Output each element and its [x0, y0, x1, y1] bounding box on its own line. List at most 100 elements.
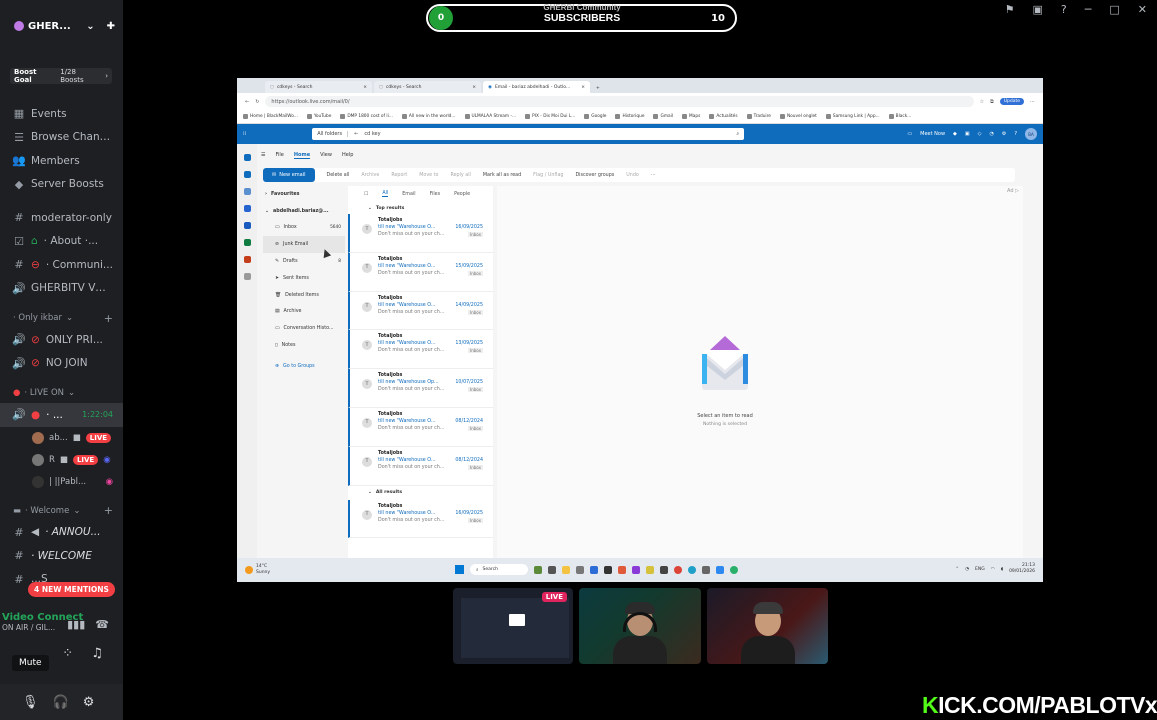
bookmark-item[interactable]: PIX - Dis Moi Dui L... — [525, 114, 575, 119]
select-all-checkbox[interactable]: ☐ — [364, 192, 368, 197]
app-icon[interactable] — [716, 565, 724, 574]
report-button[interactable]: Report — [391, 173, 407, 178]
settings-gear-icon[interactable]: ⚙ — [83, 695, 95, 710]
channel-announcements[interactable]: # ◀ · ANNOU... — [0, 521, 123, 545]
voice-user[interactable]: ab... ■ LIVE — [0, 427, 123, 449]
close-icon[interactable]: × — [581, 85, 585, 90]
folder-junk[interactable]: ⊘ Junk Email — [263, 236, 345, 254]
move-to-button[interactable]: Move to — [419, 173, 438, 178]
message-item[interactable]: T Totaljobs till new "Warehouse Op... 10/07… — [348, 369, 493, 408]
account-header[interactable]: ⌄ abdelhadi.bariaz@... — [263, 203, 345, 220]
more-icon[interactable]: ⋯ — [651, 173, 656, 178]
help-icon[interactable]: ? — [1061, 3, 1067, 16]
bookmark-item[interactable]: ULMALAA Stream -... — [464, 114, 516, 119]
inbox-icon[interactable]: ▣ — [1033, 3, 1043, 16]
channel-gherbitv-voice[interactable]: 🔊 GHERBITV VOI... — [0, 277, 123, 301]
search-box[interactable]: All folders ← cd key ⌕ — [312, 128, 745, 140]
message-item[interactable]: T Totaljobs till new "Warehouse O... 16/09/… — [348, 214, 493, 253]
calendar-icon[interactable] — [243, 171, 251, 178]
undo-button[interactable]: Undo — [626, 173, 639, 178]
bell-icon[interactable]: ◔ — [989, 131, 993, 137]
help-icon[interactable]: ? — [1014, 131, 1017, 137]
close-icon[interactable]: ✕ — [1138, 3, 1147, 16]
folder-sent[interactable]: ➤ Sent Items — [263, 270, 345, 287]
network-icon[interactable]: ◔ — [965, 567, 969, 572]
server-header[interactable]: GHER... ⌄ ✚ — [0, 0, 123, 52]
filter-files[interactable]: Files — [430, 192, 441, 197]
channel-moderator-only[interactable]: # moderator-only — [0, 206, 123, 230]
tab-help[interactable]: Help — [342, 152, 353, 159]
rewards-icon[interactable]: ◆ — [953, 131, 957, 137]
flag-button[interactable]: Flag / Unflag — [533, 173, 563, 178]
bookmark-item[interactable]: Samsung Link | App... — [825, 114, 880, 119]
folder-drafts[interactable]: ✎ Drafts 8 — [263, 253, 345, 270]
channel-about[interactable]: ☑ ⌂ · About ·... — [0, 230, 123, 254]
edge-icon[interactable] — [688, 565, 696, 574]
bookmark-item[interactable]: Historique — [615, 114, 644, 119]
signal-icon[interactable]: ▮▮▮ — [67, 618, 85, 631]
tab-home[interactable]: Home — [293, 152, 311, 159]
channel-welcome[interactable]: # · WELCOME — [0, 544, 123, 568]
chevron-down-icon[interactable]: ⌄ — [86, 21, 94, 32]
menu-icon[interactable]: ⋯ — [1030, 99, 1035, 105]
refresh-icon[interactable]: ↻ — [255, 99, 259, 105]
bookmark-item[interactable]: Nouvel onglet — [779, 114, 817, 119]
weather-widget[interactable]: 14°C Sunny — [245, 564, 270, 576]
search-input[interactable]: cd key — [364, 131, 380, 137]
teams-icon[interactable] — [243, 222, 251, 229]
bookmark-item[interactable]: Google — [584, 114, 606, 119]
widgets-icon[interactable] — [534, 565, 542, 574]
microphone-icon[interactable]: 🎙 — [22, 695, 39, 710]
tab-view[interactable]: View — [320, 152, 332, 159]
category-only-ikbar[interactable]: · Only ikbar ⌄ + — [0, 308, 123, 328]
folder-conversation-history[interactable]: ▭ Conversation Histo... — [263, 320, 345, 337]
browser-tab[interactable]: ◌ cdkeys - Search × — [374, 81, 481, 93]
address-bar[interactable]: https://outlook.live.com/mail/0/ — [265, 96, 974, 107]
extensions-icon[interactable]: ⧉ — [990, 99, 994, 105]
app-icon[interactable] — [660, 565, 668, 574]
message-item[interactable]: T Totaljobs till new "Warehouse O... 15/09/… — [348, 252, 493, 292]
mark-all-read-button[interactable]: Mark all as read — [483, 173, 521, 178]
file-explorer-icon[interactable] — [562, 565, 570, 574]
discover-groups-button[interactable]: Discover groups — [575, 173, 614, 178]
filter-people[interactable]: People — [454, 192, 470, 197]
people-icon[interactable] — [243, 188, 251, 195]
volume-icon[interactable]: ◖ — [1001, 567, 1003, 572]
avatar[interactable]: BA — [1025, 128, 1037, 140]
voice-user[interactable]: R ■ LIVE ◉ — [0, 449, 123, 471]
invite-icon[interactable]: ✚ — [107, 21, 115, 32]
delete-all-button[interactable]: Delete all — [327, 173, 350, 178]
top-results-header[interactable]: ⌄ Top results — [348, 202, 493, 214]
message-item[interactable]: T Totaljobs till new "Warehouse O... 08/12/… — [348, 446, 493, 486]
close-icon[interactable]: × — [363, 85, 367, 90]
sidebar-item-browse-channels[interactable]: ☰ Browse Channels — [0, 126, 123, 150]
meet-now-label[interactable]: Meet Now — [920, 131, 945, 137]
sidebar-item-members[interactable]: 👥 Members — [0, 149, 123, 173]
app-icon[interactable] — [604, 565, 612, 574]
bookmark-item[interactable]: DMP 1800 cost of li... — [340, 114, 393, 119]
activities-icon[interactable]: ⁘ — [62, 646, 73, 661]
boost-goal-bar[interactable]: Boost Goal 1/28 Boosts › — [10, 68, 112, 84]
minimize-icon[interactable]: ─ — [1085, 3, 1092, 16]
bookmark-item[interactable]: Maps — [682, 114, 700, 119]
sidebar-item-server-boosts[interactable]: ◆ Server Boosts — [0, 173, 123, 197]
windows-start-icon[interactable] — [455, 565, 464, 574]
folder-inbox[interactable]: ▭ Inbox 5640 — [263, 220, 345, 237]
headphones-icon[interactable]: 🎧 — [53, 695, 69, 710]
voice-user[interactable]: | ||Pabl... ◉ — [0, 471, 123, 493]
all-results-header[interactable]: ⌄ All results — [348, 486, 493, 500]
taskbar-search[interactable]: ⌕ Search — [470, 564, 528, 575]
powerpoint-icon[interactable] — [243, 256, 251, 263]
bookmark-item[interactable]: Home | BlackMailWo... — [243, 114, 298, 119]
folder-archive[interactable]: ▤ Archive — [263, 304, 345, 321]
meet-now-icon[interactable]: ▭ — [907, 131, 912, 137]
folder-deleted[interactable]: 🗑 Deleted Items — [263, 287, 345, 304]
go-to-groups[interactable]: ⊕ Go to Groups — [263, 358, 345, 375]
apps-icon[interactable] — [243, 273, 251, 280]
back-arrow-icon[interactable]: ← — [354, 131, 358, 137]
excel-icon[interactable] — [243, 239, 251, 246]
filter-email[interactable]: Email — [402, 192, 415, 197]
bookmark-item[interactable]: YouTube — [306, 114, 331, 119]
hamburger-icon[interactable]: ☰ — [261, 152, 265, 159]
bookmark-item[interactable]: All new in the world... — [401, 114, 456, 119]
